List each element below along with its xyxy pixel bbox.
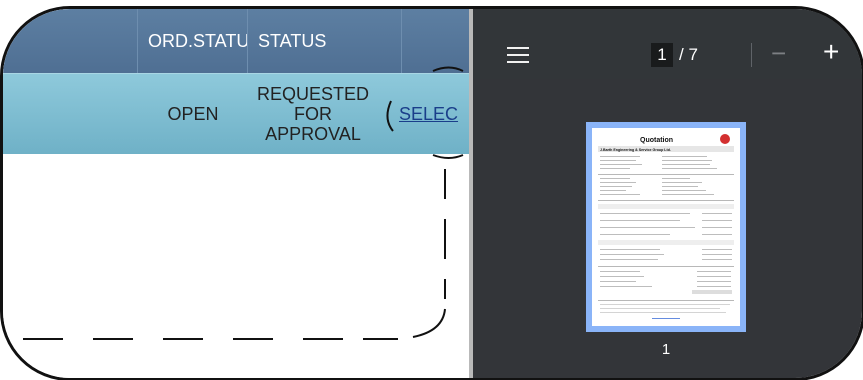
- zoom-out-icon[interactable]: −: [771, 39, 786, 67]
- pdf-viewer-panel: 1 / 7 − + Quotation J.Barth Engineering …: [473, 9, 862, 378]
- thumbnail-company: J.Barth Engineering & Service Group Ltd.: [600, 148, 671, 152]
- thumbnail-page-content: Quotation J.Barth Engineering & Service …: [592, 128, 740, 326]
- thumbnail-title: Quotation: [640, 137, 673, 144]
- toolbar-separator: [751, 43, 752, 67]
- pdf-toolbar: 1 / 7 − +: [473, 9, 862, 79]
- page-total: / 7: [679, 45, 698, 64]
- zoom-in-icon[interactable]: +: [823, 37, 839, 67]
- menu-icon[interactable]: [507, 47, 529, 65]
- rounded-window-frame: ORD.STATU STATUS OPEN REQUESTED FOR APPR…: [0, 6, 863, 380]
- thumbnail-page-label: 1: [661, 341, 671, 358]
- page-number-input[interactable]: 1: [651, 43, 673, 67]
- orders-table-panel: ORD.STATU STATUS OPEN REQUESTED FOR APPR…: [3, 9, 469, 378]
- screenshot-stage: ORD.STATU STATUS OPEN REQUESTED FOR APPR…: [0, 0, 863, 380]
- page-thumbnail-selected[interactable]: Quotation J.Barth Engineering & Service …: [586, 122, 746, 332]
